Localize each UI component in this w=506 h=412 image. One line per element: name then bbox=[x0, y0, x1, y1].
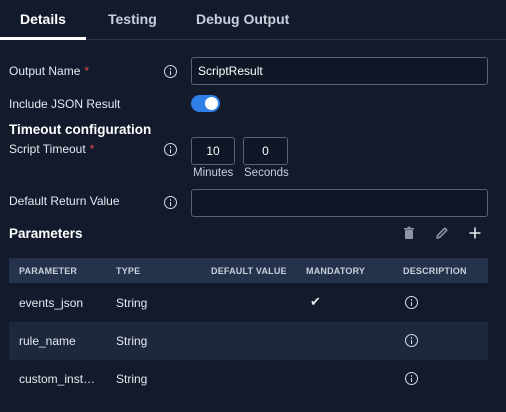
script-timeout-label: Script Timeout * bbox=[9, 142, 94, 156]
tab-bar: Details Testing Debug Output bbox=[0, 0, 506, 40]
active-tab-indicator bbox=[0, 37, 86, 40]
table-row[interactable]: rule_name String bbox=[9, 322, 488, 360]
description-info-icon[interactable] bbox=[405, 296, 418, 309]
table-header: PARAMETER TYPE DEFAULT VALUE MANDATORY D… bbox=[9, 258, 488, 283]
type-cell: String bbox=[116, 372, 148, 386]
column-header-mandatory: MANDATORY bbox=[306, 266, 366, 276]
parameters-title: Parameters bbox=[9, 226, 83, 241]
timeout-section-title: Timeout configuration bbox=[9, 122, 152, 137]
required-mark: * bbox=[84, 64, 90, 78]
type-cell: String bbox=[116, 296, 148, 310]
output-name-info-icon[interactable] bbox=[164, 65, 177, 78]
default-return-label: Default Return Value bbox=[9, 194, 120, 208]
parameter-cell: events_json bbox=[19, 296, 84, 310]
tab-testing[interactable]: Testing bbox=[108, 11, 157, 27]
pencil-icon[interactable] bbox=[434, 225, 450, 241]
tab-details[interactable]: Details bbox=[20, 11, 66, 27]
table-row[interactable]: events_json String ✔ bbox=[9, 284, 488, 322]
include-json-label: Include JSON Result bbox=[9, 97, 121, 111]
column-header-default-value: DEFAULT VALUE bbox=[211, 266, 287, 276]
type-cell: String bbox=[116, 334, 148, 348]
plus-icon[interactable] bbox=[467, 225, 483, 241]
output-name-label-text: Output Name bbox=[9, 64, 81, 78]
toggle-knob bbox=[205, 97, 218, 110]
required-mark: * bbox=[89, 142, 95, 156]
table-row[interactable]: custom_inst… String bbox=[9, 360, 488, 398]
column-header-description: DESCRIPTION bbox=[403, 266, 467, 276]
description-info-icon[interactable] bbox=[405, 372, 418, 385]
mandatory-check-icon: ✔ bbox=[310, 294, 321, 309]
column-header-parameter: PARAMETER bbox=[19, 266, 78, 276]
include-json-toggle[interactable] bbox=[191, 95, 220, 112]
default-return-input[interactable] bbox=[191, 189, 488, 217]
parameter-cell: rule_name bbox=[19, 334, 76, 348]
default-return-info-icon[interactable] bbox=[164, 196, 177, 209]
script-timeout-info-icon[interactable] bbox=[164, 143, 177, 156]
script-timeout-label-text: Script Timeout bbox=[9, 142, 86, 156]
tab-debug-output[interactable]: Debug Output bbox=[196, 11, 289, 27]
description-info-icon[interactable] bbox=[405, 334, 418, 347]
output-name-label: Output Name * bbox=[9, 64, 89, 78]
timeout-minutes-input[interactable]: 10 bbox=[191, 137, 235, 165]
trash-icon[interactable] bbox=[401, 225, 417, 241]
seconds-label: Seconds bbox=[244, 167, 289, 179]
timeout-seconds-input[interactable]: 0 bbox=[243, 137, 288, 165]
minutes-label: Minutes bbox=[193, 167, 234, 179]
parameter-cell: custom_inst… bbox=[19, 372, 96, 386]
output-name-input[interactable]: ScriptResult bbox=[191, 57, 488, 85]
column-header-type: TYPE bbox=[116, 266, 141, 276]
